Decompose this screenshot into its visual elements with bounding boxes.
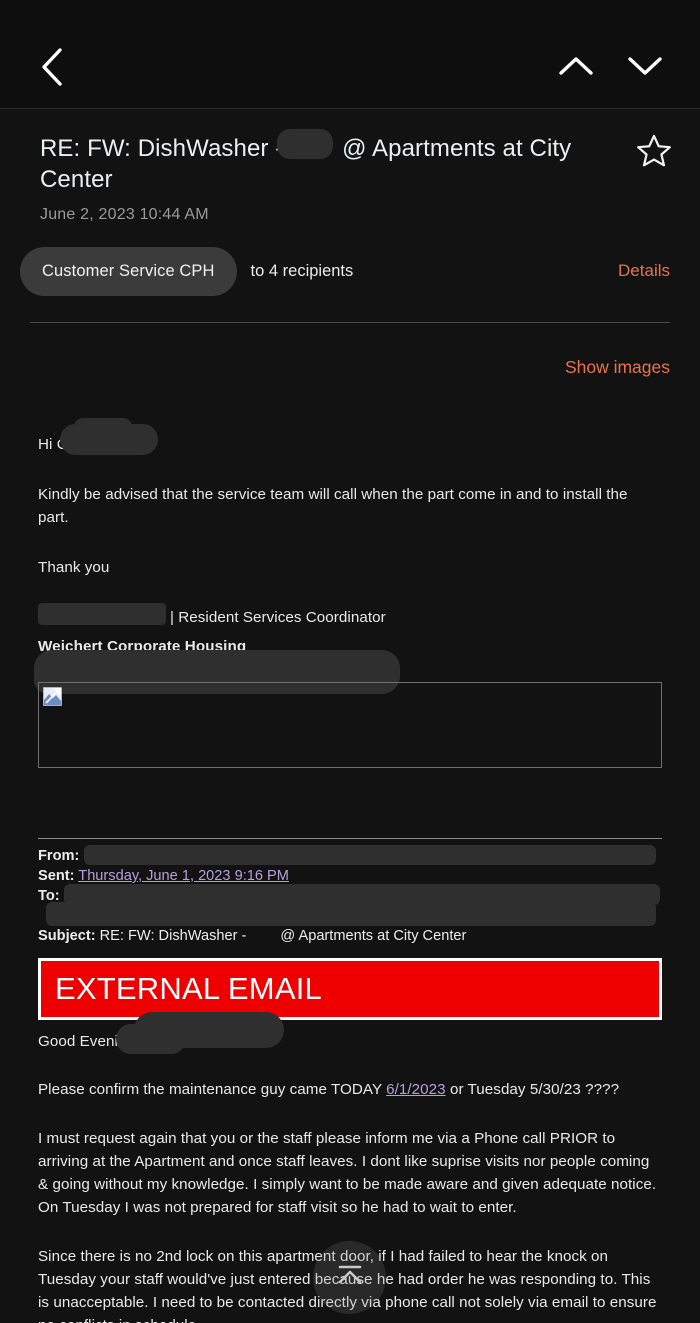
blocked-image-placeholder[interactable] [38, 682, 662, 768]
body-greeting: Hi C [38, 436, 68, 453]
quoted-paragraph-confirm: Please confirm the maintenance guy came … [38, 1078, 662, 1101]
broken-image-icon [42, 686, 63, 707]
external-email-banner: EXTERNAL EMAIL [38, 958, 662, 1020]
quoted-sent-label: Sent: [38, 868, 75, 884]
quoted-greeting: Good Evening [38, 1033, 135, 1050]
back-button[interactable] [30, 45, 74, 89]
show-images-row: Show images [0, 337, 700, 397]
details-button[interactable]: Details [618, 261, 670, 281]
quoted-cc-line [38, 902, 662, 926]
previous-message-button[interactable] [553, 46, 599, 86]
body-thank-you: Thank you [38, 559, 110, 576]
quoted-sent-line: Sent: Thursday, June 1, 2023 9:16 PM [38, 866, 662, 886]
signature-title: | Resident Services Coordinator [170, 609, 386, 626]
quoted-paragraph-request: I must request again that you or the sta… [38, 1130, 657, 1216]
quoted-message-divider [38, 838, 662, 839]
body-paragraph-kindly: Kindly be advised that the service team … [38, 486, 628, 526]
chevron-down-icon [626, 54, 664, 78]
redaction-greeting-2 [74, 418, 132, 436]
quoted-from-line: From: [38, 845, 662, 866]
quoted-headers: From: Sent: Thursday, June 1, 2023 9:16 … [38, 845, 662, 946]
signature-block: | Resident Services Coordinator Weichert… [34, 603, 662, 694]
message-body: Hi C Kindly be advised that the service … [0, 418, 700, 1323]
quoted-subject-value-1: RE: FW: DishWasher - [99, 928, 247, 944]
quoted-sent-value[interactable]: Thursday, June 1, 2023 9:16 PM [78, 868, 289, 884]
star-outline-icon [635, 132, 673, 175]
external-email-label: EXTERNAL EMAIL [55, 971, 322, 1006]
quoted-to-line: To: [38, 884, 662, 906]
quoted-subject-value-2: @ Apartments at City Center [280, 928, 467, 944]
sender-name: Customer Service CPH [42, 261, 215, 280]
confirm-text-pre: Please confirm the maintenance guy came … [38, 1081, 387, 1098]
top-navigation-bar [0, 0, 700, 109]
confirm-text-post: or Tuesday 5/30/23 ???? [445, 1081, 620, 1098]
confirm-date-link[interactable]: 6/1/2023 [386, 1081, 446, 1098]
signature-company: Weichert Corporate Housing [38, 638, 247, 655]
message-timestamp: June 2, 2023 10:44 AM [40, 206, 209, 223]
message-meta-row: Customer Service CPH to 4 recipients Det… [0, 245, 700, 297]
scroll-to-top-button[interactable] [313, 1241, 386, 1314]
recipients-summary: to 4 recipients [250, 261, 354, 280]
page-title: RE: FW: DishWasher - @ Apartments at Cit… [40, 129, 600, 195]
redaction-to-value [64, 884, 660, 905]
quoted-subject-line: Subject: RE: FW: DishWasher - @ Apartment… [38, 926, 662, 946]
quoted-from-label: From: [38, 848, 80, 864]
chevron-left-icon [39, 46, 65, 88]
redaction-cc-value [46, 902, 656, 926]
quoted-greeting-line: Good Evening [38, 1012, 662, 1054]
redaction-signature-name [38, 603, 166, 625]
body-greeting-line: Hi C [38, 418, 662, 456]
next-message-button[interactable] [622, 46, 668, 86]
quoted-subject-label: Subject: [38, 928, 96, 944]
sender-chip[interactable]: Customer Service CPH [20, 246, 237, 296]
favorite-button[interactable] [634, 133, 674, 173]
redaction-greeting [60, 424, 158, 455]
quoted-to-label: To: [38, 888, 60, 904]
subject-section: RE: FW: DishWasher - @ Apartments at Cit… [0, 109, 700, 224]
redaction-from-value [84, 845, 656, 865]
scroll-to-top-icon [333, 1260, 367, 1295]
show-images-button[interactable]: Show images [565, 357, 670, 378]
subject-text-part1: RE: FW: DishWasher - [40, 135, 284, 162]
meta-divider [30, 322, 670, 323]
email-detail-screen: RE: FW: DishWasher - @ Apartments at Cit… [0, 0, 700, 1323]
redaction-subject [277, 129, 333, 159]
chevron-up-icon [557, 54, 595, 78]
